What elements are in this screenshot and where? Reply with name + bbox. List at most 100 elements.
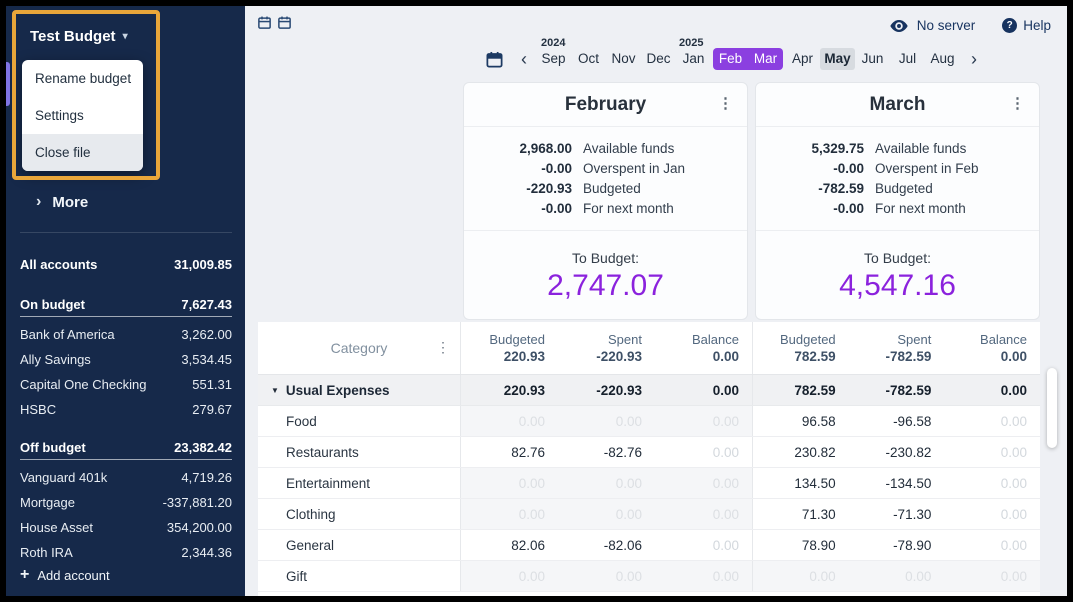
category-group-row-usual-expenses[interactable]: ▼ Usual Expenses 220.93 -220.93 0.00 782… (258, 375, 1040, 406)
category-row-gift[interactable]: Gift 0.000.000.00 0.000.000.00 (258, 561, 1040, 592)
category-name: Clothing (258, 499, 460, 529)
to-budget-amount[interactable]: 4,547.16 (756, 269, 1039, 303)
cell-spent[interactable]: -96.58 (849, 406, 945, 436)
kebab-menu-icon[interactable]: ⋮ (718, 94, 733, 112)
more-label: More (52, 194, 88, 211)
cell-balance[interactable]: 0.00 (655, 406, 752, 436)
cell-budgeted[interactable]: 0.00 (753, 561, 849, 591)
cell-balance[interactable]: 0.00 (944, 437, 1040, 467)
to-budget-amount[interactable]: 2,747.07 (464, 269, 747, 303)
month-tab-jan[interactable]: Jan (676, 48, 711, 70)
cell-budgeted[interactable]: 82.06 (461, 530, 558, 560)
month-tab-feb-selected[interactable]: Feb (713, 48, 748, 70)
sidebar-item-account-house-asset[interactable]: House Asset 354,200.00 (20, 515, 232, 540)
cell-spent[interactable]: -82.06 (558, 530, 655, 560)
cell-spent[interactable]: -71.30 (849, 499, 945, 529)
cell-budgeted[interactable]: 230.82 (753, 437, 849, 467)
sidebar-item-all-accounts[interactable]: All accounts 31,009.85 (20, 251, 232, 277)
sidebar-item-account-hsbc[interactable]: HSBC 279.67 (20, 397, 232, 422)
overspent-value: -0.00 (756, 161, 864, 176)
menu-item-settings[interactable]: Settings (22, 97, 143, 134)
plus-icon: + (20, 566, 29, 584)
month-tab-mar-selected[interactable]: Mar (748, 48, 783, 70)
cell-spent[interactable]: -82.76 (558, 437, 655, 467)
month-tab-oct[interactable]: Oct (571, 48, 606, 70)
eye-icon[interactable] (890, 19, 908, 33)
cell-balance[interactable]: 0.00 (944, 499, 1040, 529)
menu-item-close-file[interactable]: Close file (22, 134, 143, 171)
cell-budgeted[interactable]: 82.76 (461, 437, 558, 467)
month-tab-aug[interactable]: Aug (925, 48, 960, 70)
account-balance: 551.31 (192, 377, 232, 392)
overspent-label: Overspent in Jan (583, 161, 685, 176)
server-status-label[interactable]: No server (917, 18, 976, 33)
cell-balance[interactable]: 0.00 (655, 468, 752, 498)
calendar-icon[interactable] (485, 50, 504, 69)
cell-balance[interactable]: 0.00 (944, 561, 1040, 591)
sidebar-item-account-capital-one-checking[interactable]: Capital One Checking 551.31 (20, 372, 232, 397)
category-row-entertainment[interactable]: Entertainment 0.000.000.00 134.50-134.50… (258, 468, 1040, 499)
cell-budgeted[interactable]: 78.90 (753, 530, 849, 560)
selected-months-pill: Feb Mar (713, 48, 783, 70)
sidebar-item-account-roth-ira[interactable]: Roth IRA 2,344.36 (20, 540, 232, 565)
cell-balance[interactable]: 0.00 (944, 468, 1040, 498)
month-tab-apr[interactable]: Apr (785, 48, 820, 70)
month-tab-nov[interactable]: Nov (606, 48, 641, 70)
budget-file-switcher[interactable]: Test Budget ▾ (30, 28, 128, 45)
category-row-restaurants[interactable]: Restaurants 82.76-82.760.00 230.82-230.8… (258, 437, 1040, 468)
category-row-general[interactable]: General 82.06-82.060.00 78.90-78.900.00 (258, 530, 1040, 561)
category-row-food[interactable]: Food 0.000.000.00 96.58-96.580.00 (258, 406, 1040, 437)
cell-balance[interactable]: 0.00 (655, 561, 752, 591)
sidebar-item-account-bank-of-america[interactable]: Bank of America 3,262.00 (20, 322, 232, 347)
next-months-button[interactable]: › (968, 49, 980, 70)
next-month-value: -0.00 (756, 201, 864, 216)
cell-budgeted[interactable]: 134.50 (753, 468, 849, 498)
cell-spent[interactable]: -230.82 (849, 437, 945, 467)
sidebar-more-toggle[interactable]: › More (36, 193, 88, 211)
cell-spent[interactable]: 0.00 (558, 406, 655, 436)
calendar-icon[interactable] (257, 15, 272, 30)
all-accounts-label: All accounts (20, 257, 97, 272)
cell-balance[interactable]: 0.00 (655, 437, 752, 467)
cell-budgeted[interactable]: 0.00 (461, 561, 558, 591)
cell-spent[interactable]: -78.90 (849, 530, 945, 560)
cell-spent[interactable]: 0.00 (558, 561, 655, 591)
cell-budgeted[interactable]: 0.00 (461, 468, 558, 498)
prev-months-button[interactable]: ‹ (518, 49, 530, 70)
category-row-clothing[interactable]: Clothing 0.000.000.00 71.30-71.300.00 (258, 499, 1040, 530)
cell-budgeted[interactable]: 71.30 (753, 499, 849, 529)
next-month-label: For next month (583, 201, 674, 216)
menu-item-rename-budget[interactable]: Rename budget (22, 60, 143, 97)
add-account-button[interactable]: + Add account (20, 566, 110, 584)
column-total: 782.59 (794, 349, 835, 364)
cell-spent[interactable]: -134.50 (849, 468, 945, 498)
help-button[interactable]: ? Help (1002, 18, 1051, 33)
cell-budgeted[interactable]: 96.58 (753, 406, 849, 436)
month-navigation: ‹ Sep Oct Nov Dec Jan Feb Mar Apr May Ju… (485, 46, 980, 72)
month-tab-may-current[interactable]: May (820, 48, 855, 70)
cell-budgeted[interactable]: 0.00 (461, 499, 558, 529)
sidebar-item-account-ally-savings[interactable]: Ally Savings 3,534.45 (20, 347, 232, 372)
month-tab-jul[interactable]: Jul (890, 48, 925, 70)
month-tab-jun[interactable]: Jun (855, 48, 890, 70)
kebab-menu-icon[interactable]: ⋮ (1010, 94, 1025, 112)
vertical-scrollbar-thumb[interactable] (1047, 368, 1057, 448)
sidebar-item-on-budget[interactable]: On budget 7,627.43 (20, 293, 232, 317)
cell-balance[interactable]: 0.00 (655, 499, 752, 529)
sidebar-item-off-budget[interactable]: Off budget 23,382.42 (20, 436, 232, 460)
sidebar-item-account-vanguard-401k[interactable]: Vanguard 401k 4,719.26 (20, 465, 232, 490)
calendar-icon[interactable] (277, 15, 292, 30)
cell-spent[interactable]: 0.00 (849, 561, 945, 591)
sidebar-item-account-mortgage[interactable]: Mortgage -337,881.20 (20, 490, 232, 515)
cell-balance[interactable]: 0.00 (944, 406, 1040, 436)
collapse-arrow-icon[interactable]: ▼ (271, 386, 279, 395)
cell-spent[interactable]: 0.00 (558, 499, 655, 529)
to-budget-label: To Budget: (756, 250, 1039, 266)
cell-balance[interactable]: 0.00 (655, 530, 752, 560)
month-tab-sep[interactable]: Sep (536, 48, 571, 70)
cell-budgeted[interactable]: 0.00 (461, 406, 558, 436)
month-tab-dec[interactable]: Dec (641, 48, 676, 70)
cell-spent[interactable]: 0.00 (558, 468, 655, 498)
kebab-menu-icon[interactable]: ⋮ (436, 339, 450, 356)
cell-balance[interactable]: 0.00 (944, 530, 1040, 560)
